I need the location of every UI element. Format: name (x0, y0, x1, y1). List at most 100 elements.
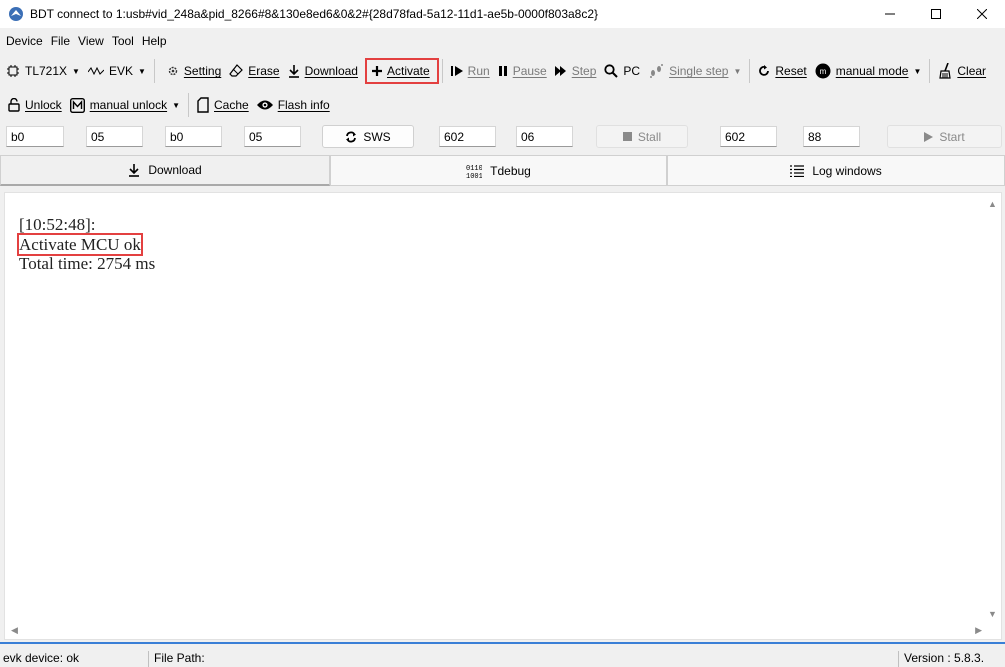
download-button[interactable]: Download (284, 59, 362, 83)
chip-icon (7, 65, 19, 77)
tab-download-label: Download (148, 163, 202, 177)
search-icon (604, 64, 619, 78)
menu-view[interactable]: View (74, 34, 108, 48)
scroll-up-icon[interactable]: ▲ (988, 199, 997, 209)
chevron-down-icon: ▼ (913, 66, 922, 76)
window-title: BDT connect to 1:usb#vid_248a&pid_8266#8… (30, 7, 599, 21)
start-label: Start (939, 129, 965, 144)
app-logo-icon (9, 7, 23, 21)
chip-select[interactable]: TL721X ▼ (0, 59, 84, 83)
reset-label: Reset (775, 64, 807, 78)
flash-info-button[interactable]: Flash info (253, 93, 334, 117)
register-input-5[interactable] (439, 126, 496, 147)
status-bar: evk device: ok File Path: Version : 5.8.… (0, 649, 1005, 667)
manual-unlock-select[interactable]: manual unlock ▼ (66, 93, 184, 117)
tab-tdebug[interactable]: 0110 1001 Tdebug (330, 155, 667, 186)
sws-label: SWS (363, 129, 391, 144)
log-timestamp: [10:52:48]: (19, 215, 96, 234)
register-input-1[interactable] (6, 126, 64, 147)
menu-help[interactable]: Help (138, 34, 171, 48)
footsteps-icon (650, 64, 664, 78)
register-input-7[interactable] (720, 126, 777, 147)
maximize-button[interactable] (913, 0, 959, 28)
menu-tool[interactable]: Tool (108, 34, 138, 48)
start-button[interactable]: Start (887, 125, 1002, 148)
sd-card-icon (197, 97, 209, 113)
run-button[interactable]: Run (447, 59, 494, 83)
toolbar-divider (153, 59, 155, 83)
unlock-button[interactable]: Unlock (0, 93, 66, 117)
waveform-icon (87, 66, 104, 76)
download-icon (129, 164, 140, 177)
log-message: Activate MCU ok (17, 232, 143, 256)
toolbar-divider (188, 93, 189, 117)
register-input-4[interactable] (244, 126, 301, 147)
accent-divider (0, 642, 1005, 644)
title-bar: BDT connect to 1:usb#vid_248a&pid_8266#8… (0, 0, 1005, 28)
tab-log-windows[interactable]: Log windows (667, 155, 1005, 186)
lock-open-icon (8, 98, 20, 112)
broom-icon (939, 63, 952, 79)
activate-label: Activate (386, 64, 430, 78)
pc-label: PC (623, 64, 641, 78)
single-step-label: Single step (669, 64, 729, 78)
scroll-right-icon[interactable]: ▶ (975, 625, 982, 636)
run-label: Run (467, 64, 490, 78)
menu-file[interactable]: File (47, 34, 74, 48)
setting-button[interactable]: Setting (159, 59, 225, 83)
menu-device[interactable]: Device (2, 34, 47, 48)
board-select[interactable]: EVK ▼ (84, 59, 150, 83)
vertical-scrollbar[interactable]: ▲ ▼ (984, 193, 1001, 639)
toolbar-divider (749, 59, 751, 83)
erase-button[interactable]: Erase (225, 59, 283, 83)
step-button[interactable]: Step (551, 59, 601, 83)
sws-button[interactable]: SWS (322, 125, 414, 148)
log-total-time: Total time: 2754 ms (19, 254, 156, 273)
scroll-down-icon[interactable]: ▼ (988, 609, 997, 619)
close-button[interactable] (959, 0, 1005, 28)
stop-icon (622, 132, 632, 141)
tab-download[interactable]: Download (0, 155, 330, 186)
log-text: [10:52:48]: Activate MCU ok Total time: 27… (17, 215, 156, 274)
reset-button[interactable]: Reset (754, 59, 810, 83)
log-output[interactable]: [10:52:48]: Activate MCU ok Total time: 27… (4, 192, 1002, 640)
cache-button[interactable]: Cache (193, 93, 253, 117)
step-label: Step (571, 64, 597, 78)
gear-icon (168, 66, 178, 76)
register-input-8[interactable] (803, 126, 860, 147)
toolbar-divider (929, 59, 931, 83)
minimize-button[interactable] (867, 0, 913, 28)
clear-label: Clear (957, 64, 987, 78)
register-input-6[interactable] (516, 126, 573, 147)
stall-button[interactable]: Stall (596, 125, 688, 148)
status-divider (898, 651, 899, 667)
main-toolbar: TL721X ▼ EVK ▼ Setting Erase Download Ac… (0, 56, 1005, 86)
tab-log-windows-label: Log windows (812, 163, 882, 178)
scroll-left-icon[interactable]: ◀ (11, 625, 18, 636)
chevron-down-icon: ▼ (137, 66, 146, 76)
maximize-icon (931, 9, 941, 19)
mode-label: manual mode (835, 64, 909, 78)
secondary-toolbar: Unlock manual unlock ▼ Cache Flash info (0, 90, 1005, 120)
pc-button[interactable]: PC (600, 59, 644, 83)
clear-button[interactable]: Clear (934, 59, 990, 83)
view-tabs: Download 0110 1001 Tdebug Log windows (0, 155, 1005, 186)
stall-label: Stall (637, 129, 662, 144)
register-input-3[interactable] (165, 126, 222, 147)
manual-unlock-label: manual unlock (89, 98, 168, 112)
svg-text:1001: 1001 (466, 173, 482, 179)
register-row: SWS Stall Start (0, 124, 1005, 150)
mode-select[interactable]: m manual mode ▼ (811, 59, 926, 83)
pause-button[interactable]: Pause (494, 59, 551, 83)
chevron-down-icon: ▼ (72, 66, 80, 76)
horizontal-scrollbar[interactable]: ◀ ▶ (5, 622, 986, 639)
register-input-2[interactable] (86, 126, 143, 147)
chip-label: TL721X (25, 64, 68, 78)
status-version: Version : 5.8.3. (904, 651, 985, 665)
setting-label: Setting (183, 64, 222, 78)
activate-button[interactable]: Activate (364, 58, 439, 84)
close-icon (977, 9, 987, 19)
refresh-icon (759, 65, 770, 76)
pause-label: Pause (512, 64, 547, 78)
single-step-select[interactable]: Single step ▼ (644, 59, 745, 83)
